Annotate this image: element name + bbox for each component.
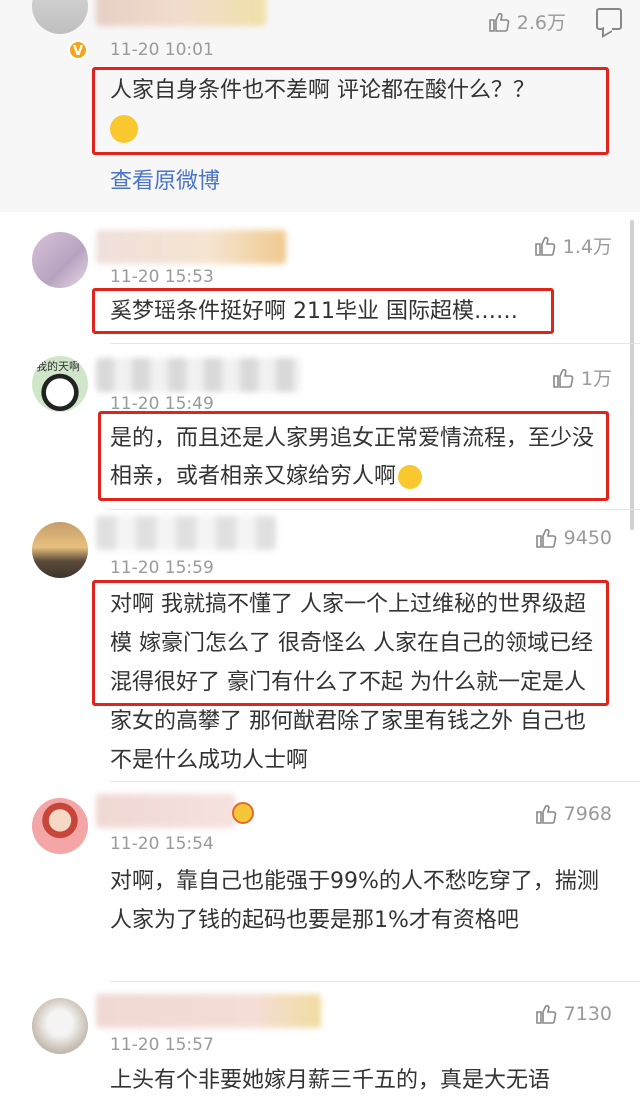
highlight-box bbox=[92, 580, 609, 706]
username[interactable] bbox=[96, 230, 286, 264]
timestamp: 11-20 15:54 bbox=[110, 834, 214, 854]
avatar[interactable] bbox=[32, 0, 88, 34]
comment-icon[interactable] bbox=[596, 8, 622, 30]
view-original-link[interactable]: 查看原微博 bbox=[110, 163, 220, 195]
like-button[interactable]: 1.4万 bbox=[533, 232, 612, 259]
avatar[interactable] bbox=[32, 232, 88, 288]
thumbs-up-icon bbox=[534, 236, 556, 256]
like-count: 2.6万 bbox=[516, 12, 566, 34]
like-count: 7968 bbox=[563, 803, 612, 825]
v-badge-icon: V bbox=[68, 40, 88, 60]
highlight-box bbox=[92, 67, 609, 155]
highlight-box bbox=[98, 411, 609, 501]
thumbs-up-icon bbox=[535, 528, 556, 548]
avatar[interactable] bbox=[32, 522, 88, 578]
thumbs-up-icon bbox=[553, 368, 574, 388]
username[interactable] bbox=[96, 358, 301, 392]
comment-text: 上头有个非要她嫁月薪三千五的，真是大无语 bbox=[110, 1068, 551, 1093]
username[interactable] bbox=[96, 994, 321, 1028]
comment-5: 7968 11-20 15:54 对啊，靠自己也能强于99%的人不愁吃穿了，揣测… bbox=[0, 782, 640, 982]
like-count: 7130 bbox=[563, 1003, 612, 1025]
like-count: 1万 bbox=[580, 368, 612, 390]
comment-1: V 2.6万 11-20 10:01 人家自身条件也不差啊 评论都在酸什么？？ … bbox=[0, 0, 640, 212]
username[interactable] bbox=[96, 516, 276, 550]
like-button[interactable]: 9450 bbox=[534, 526, 612, 550]
like-button[interactable]: 2.6万 bbox=[487, 8, 566, 35]
username[interactable] bbox=[96, 0, 266, 26]
like-count: 1.4万 bbox=[562, 236, 612, 258]
avatar[interactable]: 我的天啊 bbox=[32, 356, 88, 412]
comment-text: 对啊，靠自己也能强于99%的人不愁吃穿了，揣测人家为了钱的起码也要是那1%才有资… bbox=[110, 869, 599, 933]
comment-2: 1.4万 11-20 15:53 奚梦瑶条件挺好啊 211毕业 国际超模…… bbox=[0, 212, 640, 344]
comment-3: 我的天啊 1万 11-20 15:49 是的，而且还是人家男追女正常爱情流程，至… bbox=[0, 344, 640, 510]
comment-6: 7130 11-20 15:57 上头有个非要她嫁月薪三千五的，真是大无语 bbox=[0, 982, 640, 1103]
username[interactable] bbox=[96, 794, 236, 828]
like-button[interactable]: 7968 bbox=[534, 802, 612, 826]
like-button[interactable]: 1万 bbox=[551, 364, 612, 391]
like-count: 9450 bbox=[563, 527, 612, 549]
highlight-box bbox=[92, 288, 554, 334]
avatar[interactable] bbox=[32, 998, 88, 1054]
thumbs-up-icon bbox=[535, 804, 556, 824]
comment-4: 9450 11-20 15:59 对啊 我就搞不懂了 人家一个上过维秘的世界级超… bbox=[0, 510, 640, 782]
avatar[interactable] bbox=[32, 798, 88, 854]
thumbs-up-icon bbox=[535, 1004, 556, 1024]
avatar-text: 我的天啊 bbox=[36, 360, 80, 373]
timestamp: 11-20 15:59 bbox=[110, 558, 214, 578]
like-button[interactable]: 7130 bbox=[534, 1002, 612, 1026]
timestamp: 11-20 15:57 bbox=[110, 1035, 214, 1055]
crown-badge-icon bbox=[232, 802, 254, 824]
timestamp: 11-20 10:01 bbox=[110, 40, 214, 60]
timestamp: 11-20 15:53 bbox=[110, 267, 214, 287]
thumbs-up-icon bbox=[488, 12, 510, 32]
